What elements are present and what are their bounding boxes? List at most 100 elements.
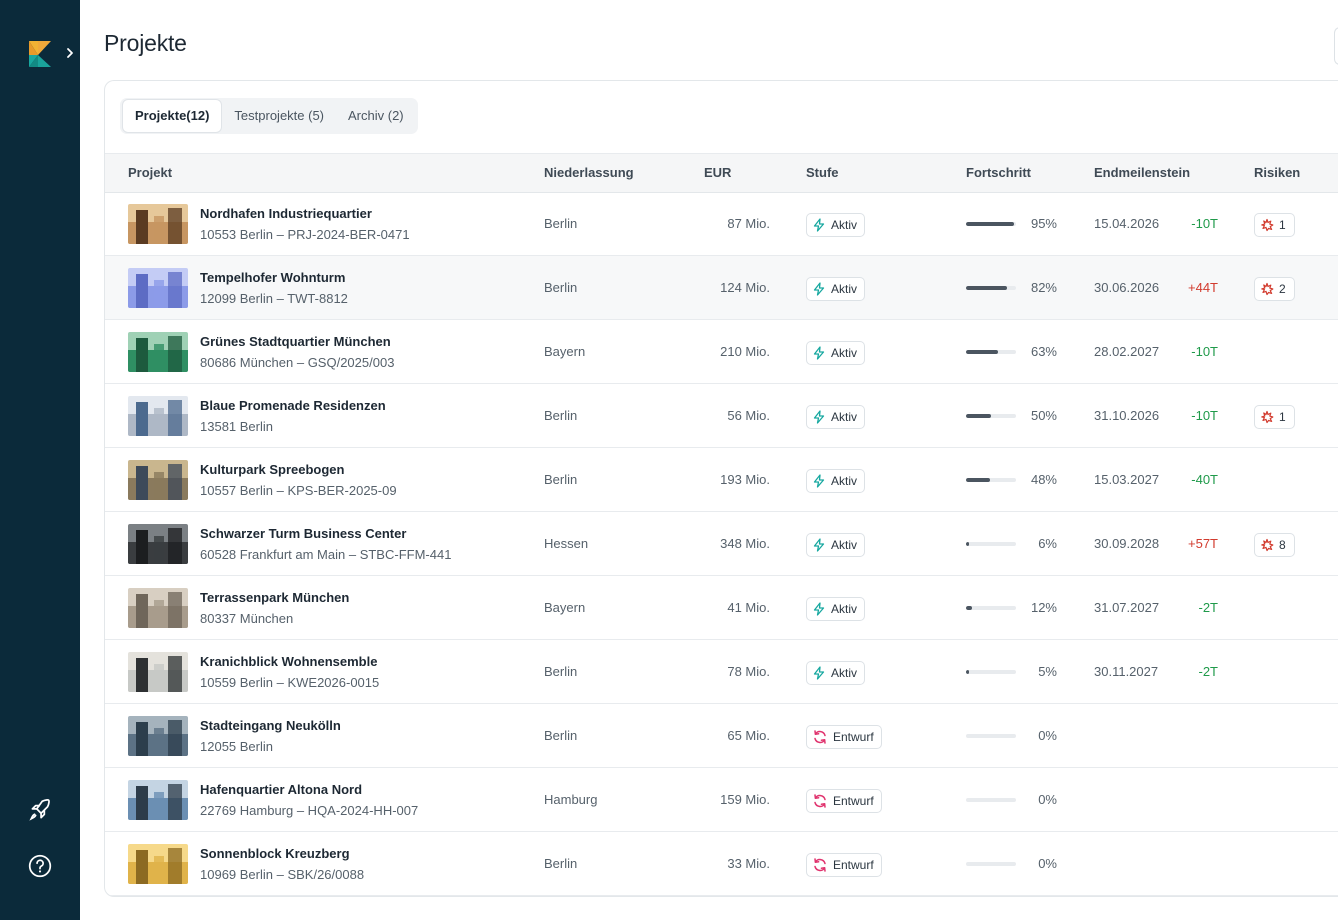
column-header-stufe[interactable]: Stufe	[806, 154, 839, 192]
project-address: 12099 Berlin – TWT-8812	[200, 291, 348, 306]
progress-bar	[966, 798, 1016, 802]
stage-label: Entwurf	[833, 858, 874, 872]
column-header-endmeilenstein[interactable]: Endmeilenstein	[1094, 154, 1190, 192]
project-name[interactable]: Kulturpark Spreebogen	[200, 462, 344, 477]
table-row[interactable]: Nordhafen Industriequartier 10553 Berlin …	[105, 192, 1338, 256]
column-header-fortschritt[interactable]: Fortschritt	[966, 154, 1031, 192]
risk-burst-icon	[1261, 410, 1274, 424]
project-name[interactable]: Stadteingang Neukölln	[200, 718, 341, 733]
column-header-risiken[interactable]: Risiken	[1254, 154, 1300, 192]
milestone-delta: -2T	[1198, 600, 1219, 615]
sync-icon	[814, 794, 826, 808]
eur-cell: 65 Mio.	[727, 728, 770, 743]
project-name[interactable]: Kranichblick Wohnensemble	[200, 654, 377, 669]
table-row[interactable]: Stadteingang Neukölln 12055 Berlin Berlin 6…	[105, 704, 1338, 768]
table-row[interactable]: Kranichblick Wohnensemble 10559 Berlin – …	[105, 640, 1338, 704]
progress-bar	[966, 862, 1016, 866]
progress-fill	[966, 414, 991, 418]
tab-archiv[interactable]: Archiv (2)	[336, 99, 416, 133]
project-table-body: Nordhafen Industriequartier 10553 Berlin …	[105, 192, 1338, 896]
project-name[interactable]: Sonnenblock Kreuzberg	[200, 846, 350, 861]
k-logo-icon[interactable]	[29, 41, 51, 67]
table-row[interactable]: Hafenquartier Altona Nord 22769 Hamburg –…	[105, 768, 1338, 832]
column-header-niederlassung[interactable]: Niederlassung	[544, 154, 634, 192]
progress-fill	[966, 606, 972, 610]
stage-label: Aktiv	[831, 218, 858, 232]
milestone-date: 31.10.2026	[1094, 408, 1160, 423]
project-name[interactable]: Schwarzer Turm Business Center	[200, 526, 406, 541]
sync-icon	[814, 858, 826, 872]
eur-cell: 33 Mio.	[727, 856, 770, 871]
risk-count: 1	[1279, 410, 1286, 424]
milestone-delta: +57T	[1188, 536, 1218, 551]
project-address: 80337 München	[200, 611, 294, 626]
project-name[interactable]: Blaue Promenade Residenzen	[200, 398, 386, 413]
tab-testprojekte[interactable]: Testprojekte (5)	[222, 99, 336, 133]
lightning-icon	[813, 218, 825, 232]
risk-badge[interactable]: 1	[1254, 405, 1295, 429]
table-row[interactable]: Kulturpark Spreebogen 10557 Berlin – KPS-…	[105, 448, 1338, 512]
milestone-date: 31.07.2027	[1094, 600, 1160, 615]
niederlassung-cell: Berlin	[544, 216, 578, 231]
chevron-right-icon[interactable]	[64, 46, 76, 60]
progress-fill	[966, 542, 969, 546]
project-thumbnail	[128, 524, 188, 564]
risk-count: 8	[1279, 538, 1286, 552]
milestone-delta: -40T	[1191, 472, 1218, 487]
column-header-eur[interactable]: EUR	[704, 154, 731, 192]
progress-percent: 50%	[1030, 408, 1057, 423]
risk-badge[interactable]: 8	[1254, 533, 1295, 557]
lightning-icon	[813, 602, 825, 616]
niederlassung-cell: Bayern	[544, 344, 586, 359]
table-row[interactable]: Grünes Stadtquartier München 80686 Münche…	[105, 320, 1338, 384]
project-address: 10559 Berlin – KWE2026-0015	[200, 675, 380, 690]
progress-bar	[966, 734, 1016, 738]
progress-percent: 95%	[1030, 216, 1057, 231]
progress-bar	[966, 414, 1016, 418]
table-row[interactable]: Schwarzer Turm Business Center 60528 Fran…	[105, 512, 1338, 576]
risk-burst-icon	[1261, 282, 1274, 296]
stage-badge: Entwurf	[806, 725, 882, 749]
table-row[interactable]: Tempelhofer Wohnturm 12099 Berlin – TWT-8…	[105, 256, 1338, 320]
table-row[interactable]: Terrassenpark München 80337 München Bayern…	[105, 576, 1338, 640]
progress-percent: 0%	[1038, 856, 1057, 871]
project-name[interactable]: Nordhafen Industriequartier	[200, 206, 372, 221]
lightning-icon	[813, 666, 825, 680]
project-address: 10969 Berlin – SBK/26/0088	[200, 867, 365, 882]
progress-fill	[966, 350, 998, 354]
risk-badge[interactable]: 1	[1254, 213, 1295, 237]
main-content: Projekte Projekte(12) Testprojekte (5) A…	[80, 0, 1338, 920]
project-thumbnail	[128, 844, 188, 884]
milestone-date: 15.03.2027	[1094, 472, 1160, 487]
progress-bar	[966, 350, 1016, 354]
lightning-icon	[813, 282, 825, 296]
risk-badge[interactable]: 2	[1254, 277, 1295, 301]
progress-fill	[966, 222, 1014, 226]
progress-fill	[966, 670, 969, 674]
project-name[interactable]: Terrassenpark München	[200, 590, 349, 605]
stage-badge: Aktiv	[806, 469, 866, 493]
niederlassung-cell: Berlin	[544, 472, 578, 487]
progress-fill	[966, 286, 1007, 290]
column-header-projekt[interactable]: Projekt	[128, 154, 172, 192]
rocket-icon[interactable]	[27, 797, 53, 823]
niederlassung-cell: Berlin	[544, 856, 578, 871]
project-name[interactable]: Tempelhofer Wohnturm	[200, 270, 345, 285]
progress-bar	[966, 670, 1016, 674]
progress-bar	[966, 606, 1016, 610]
stage-label: Aktiv	[831, 538, 858, 552]
milestone-delta: +44T	[1188, 280, 1218, 295]
project-name[interactable]: Hafenquartier Altona Nord	[200, 782, 362, 797]
table-row[interactable]: Sonnenblock Kreuzberg 10969 Berlin – SBK/…	[105, 832, 1338, 896]
tab-projekte[interactable]: Projekte(12)	[122, 99, 223, 133]
header-action-button[interactable]	[1334, 27, 1338, 65]
table-row[interactable]: Blaue Promenade Residenzen 13581 Berlin Be…	[105, 384, 1338, 448]
milestone-date: 30.09.2028	[1094, 536, 1160, 551]
niederlassung-cell: Berlin	[544, 408, 578, 423]
help-circle-icon[interactable]	[27, 853, 53, 879]
project-name[interactable]: Grünes Stadtquartier München	[200, 334, 391, 349]
niederlassung-cell: Berlin	[544, 280, 578, 295]
eur-cell: 87 Mio.	[727, 216, 770, 231]
project-address: 13581 Berlin	[200, 419, 273, 434]
sidebar	[0, 0, 80, 920]
